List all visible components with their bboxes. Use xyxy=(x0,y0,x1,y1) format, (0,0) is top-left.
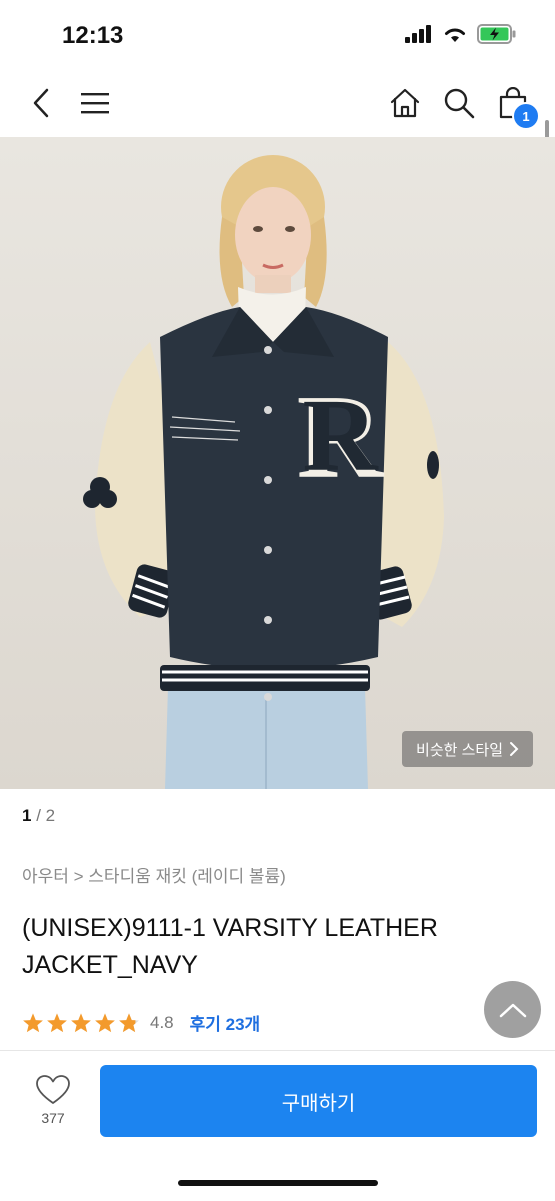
pager-separator: / xyxy=(31,806,46,825)
status-time: 12:13 xyxy=(62,22,124,49)
search-icon xyxy=(444,88,475,119)
chevron-right-icon xyxy=(510,742,519,756)
bottom-action-bar: 377 구매하기 xyxy=(0,1050,555,1201)
category-breadcrumb[interactable]: 아우터 > 스타디움 재킷 (레이디 볼륨) xyxy=(22,862,286,887)
product-title: (UNISEX)9111-1 VARSITY LEATHER JACKET_NA… xyxy=(22,914,438,979)
product-photo: R R xyxy=(0,137,555,789)
like-count: 377 xyxy=(41,1110,65,1126)
star-icon xyxy=(71,1012,91,1032)
top-navigation: 1 xyxy=(0,70,555,136)
pager-total: 2 xyxy=(45,806,56,825)
battery-icon xyxy=(477,24,516,44)
cart-button[interactable]: 1 xyxy=(492,82,540,130)
star-half-icon xyxy=(119,1012,139,1032)
status-icons xyxy=(405,24,517,44)
reviews-link[interactable]: 후기 23개 xyxy=(190,1010,261,1035)
heart-icon xyxy=(36,1075,70,1104)
chevron-left-icon xyxy=(33,88,49,118)
signal-icon xyxy=(405,25,431,43)
back-button[interactable] xyxy=(20,82,62,124)
star-rating xyxy=(22,1012,140,1034)
chevron-up-icon xyxy=(499,1003,526,1017)
like-button[interactable]: 377 xyxy=(30,1075,76,1126)
star-icon xyxy=(95,1012,115,1032)
status-bar: 12:13 xyxy=(0,0,555,70)
rating-value: 4.8 xyxy=(150,1012,174,1032)
search-button[interactable] xyxy=(438,82,480,124)
home-icon xyxy=(390,88,420,118)
product-image-carousel[interactable]: R R 비슷한 스타일 xyxy=(0,137,555,789)
product-rating: 4.8 후기 23개 xyxy=(22,1010,260,1035)
hamburger-menu-icon xyxy=(81,93,109,114)
star-icon xyxy=(47,1012,67,1032)
home-button[interactable] xyxy=(384,82,426,124)
home-indicator xyxy=(178,1180,378,1186)
scroll-to-top-button[interactable] xyxy=(484,981,541,1038)
svg-text:R: R xyxy=(302,378,379,493)
cart-count-badge: 1 xyxy=(512,102,540,130)
similar-style-label: 비슷한 스타일 xyxy=(416,741,503,759)
image-pager: 1 / 2 xyxy=(22,806,55,826)
menu-button[interactable] xyxy=(74,82,116,124)
similar-style-button[interactable]: 비슷한 스타일 xyxy=(402,731,533,767)
wifi-icon xyxy=(445,28,465,42)
star-icon xyxy=(23,1012,43,1032)
buy-button[interactable]: 구매하기 xyxy=(100,1065,537,1137)
